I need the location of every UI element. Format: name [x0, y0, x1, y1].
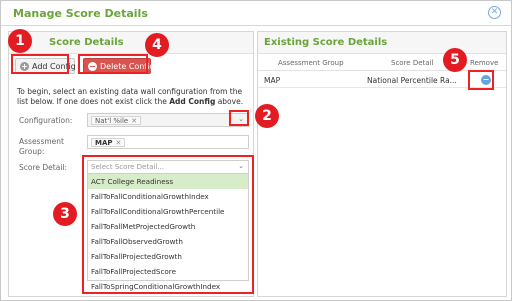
column-header-score-detail: Score Detail [391, 59, 434, 67]
table-header: Assessment Group Score Detail Remove [258, 55, 506, 71]
callout-badge-4: 4 [145, 33, 169, 57]
callout-badge-2: 2 [255, 104, 279, 128]
score-details-title: Score Details [49, 37, 124, 48]
assessment-chip: MAP ✕ [91, 138, 126, 147]
callout-badge-1: 1 [8, 29, 32, 53]
callout-score-dropdown [82, 155, 254, 294]
chip-remove-icon: ✕ [115, 139, 122, 147]
callout-remove [468, 70, 494, 90]
help-text: To begin, select an existing data wall c… [17, 87, 244, 106]
configuration-select[interactable]: Nat'l %ile ✕ ⌄ [87, 113, 249, 127]
manage-score-details-dialog: Manage Score Details ✕ Score Details + A… [0, 0, 512, 301]
callout-badge-5: 5 [443, 48, 467, 72]
row-assessment-group: MAP [264, 76, 281, 85]
configuration-chip: Nat'l %ile ✕ [91, 116, 142, 125]
assessment-group-select[interactable]: MAP ✕ [87, 135, 249, 149]
help-text-bold: Add Config [169, 97, 216, 106]
callout-delete-config [78, 54, 148, 74]
callout-add-config [11, 54, 69, 74]
chip-remove-icon: ✕ [131, 117, 138, 125]
configuration-label: Configuration: [19, 116, 73, 125]
column-header-assessment-group: Assessment Group [278, 59, 344, 67]
existing-score-details-header: Existing Score Details [258, 32, 506, 54]
existing-score-details-title: Existing Score Details [264, 37, 388, 48]
dialog-titlebar: Manage Score Details ✕ [1, 1, 511, 26]
row-score-detail: National Percentile Ra... [367, 76, 457, 85]
callout-configuration-chevron [229, 110, 249, 126]
score-detail-label: Score Detail: [19, 163, 68, 172]
assessment-group-label: Assessment Group: [19, 137, 64, 156]
close-icon[interactable]: ✕ [488, 6, 501, 19]
score-details-header: Score Details [9, 32, 253, 54]
callout-badge-3: 3 [53, 202, 77, 226]
dialog-title: Manage Score Details [13, 7, 148, 20]
column-header-remove: Remove [470, 59, 499, 67]
